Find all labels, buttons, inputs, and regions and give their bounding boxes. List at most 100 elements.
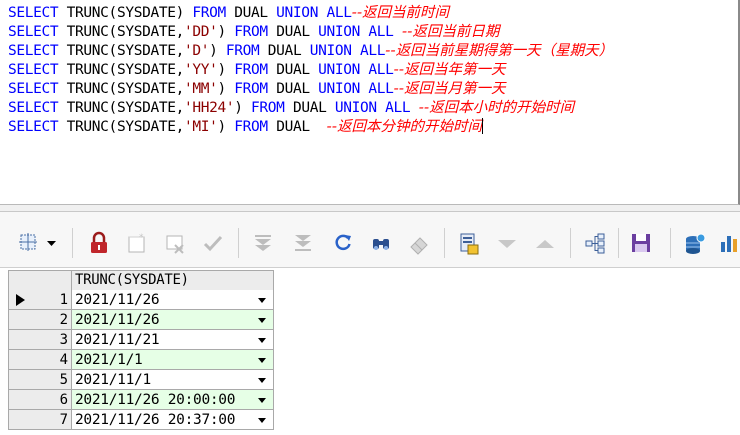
move-down-icon[interactable] bbox=[494, 230, 520, 256]
sql-comment: --返回当前时间 bbox=[351, 5, 450, 21]
table-row[interactable]: 1 2021/11/26 bbox=[8, 290, 274, 310]
row-number: 2 bbox=[32, 310, 72, 330]
grid-cell[interactable]: 2021/11/1 bbox=[72, 370, 274, 390]
table-row[interactable]: 2 2021/11/26 bbox=[8, 310, 274, 330]
table-row[interactable]: 7 2021/11/26 20:37:00 bbox=[8, 410, 274, 430]
table-row[interactable]: 3 2021/11/21 bbox=[8, 330, 274, 350]
sql-text: ) bbox=[234, 100, 252, 116]
code-line-1: SELECT TRUNC(SYSDATE) FROM DUAL UNION AL… bbox=[8, 4, 449, 23]
tree-view-icon[interactable] bbox=[582, 230, 608, 256]
dropdown-arrow-icon[interactable] bbox=[44, 230, 60, 256]
row-indicator[interactable] bbox=[8, 330, 32, 350]
sql-keyword: UNION ALL bbox=[318, 62, 394, 78]
table-row[interactable]: 5 2021/11/1 bbox=[8, 370, 274, 390]
cell-dropdown-icon[interactable] bbox=[258, 318, 266, 323]
grid-cell[interactable]: 2021/11/26 20:00:00 bbox=[72, 390, 274, 410]
cell-value: 2021/1/1 bbox=[75, 352, 143, 368]
sql-text: ) bbox=[217, 62, 235, 78]
grid-cell[interactable]: 2021/1/1 bbox=[72, 350, 274, 370]
grid-header: TRUNC(SYSDATE) bbox=[8, 270, 274, 290]
cell-value: 2021/11/26 20:00:00 bbox=[75, 392, 236, 408]
query-by-example-icon[interactable] bbox=[456, 230, 482, 256]
cell-value: 2021/11/21 bbox=[75, 332, 160, 348]
database-export-icon[interactable] bbox=[682, 230, 708, 256]
cell-value: 2021/11/26 bbox=[75, 312, 160, 328]
grid-cell[interactable]: 2021/11/26 20:37:00 bbox=[72, 410, 274, 430]
cell-dropdown-icon[interactable] bbox=[258, 298, 266, 303]
table-row[interactable]: 6 2021/11/26 20:00:00 bbox=[8, 390, 274, 410]
chart-icon[interactable] bbox=[718, 230, 740, 256]
sql-text: DUAL bbox=[267, 62, 319, 78]
sql-string: 'D' bbox=[183, 43, 210, 59]
sql-text: DUAL bbox=[225, 5, 277, 21]
sql-string: 'MI' bbox=[183, 119, 218, 135]
row-number: 4 bbox=[32, 350, 72, 370]
sql-editor[interactable]: SELECT TRUNC(SYSDATE) FROM DUAL UNION AL… bbox=[0, 0, 740, 205]
sql-keyword: SELECT bbox=[8, 81, 59, 97]
cell-dropdown-icon[interactable] bbox=[258, 358, 266, 363]
code-line-4: SELECT TRUNC(SYSDATE,'YY') FROM DUAL UNI… bbox=[8, 61, 505, 80]
cell-dropdown-icon[interactable] bbox=[258, 418, 266, 423]
sql-keyword: UNION ALL bbox=[276, 5, 352, 21]
grid-corner[interactable] bbox=[8, 270, 72, 290]
code-line-2: SELECT TRUNC(SYSDATE,'DD') FROM DUAL UNI… bbox=[8, 23, 499, 42]
sql-string: 'DD' bbox=[183, 24, 218, 40]
row-indicator[interactable] bbox=[8, 410, 32, 430]
move-last-icon[interactable] bbox=[290, 230, 316, 256]
sql-string: 'MM' bbox=[183, 81, 218, 97]
cell-dropdown-icon[interactable] bbox=[258, 378, 266, 383]
code-line-3: SELECT TRUNC(SYSDATE,'D') FROM DUAL UNIO… bbox=[8, 42, 613, 61]
sql-keyword: FROM bbox=[225, 43, 260, 59]
code-line-5: SELECT TRUNC(SYSDATE,'MM') FROM DUAL UNI… bbox=[8, 80, 505, 99]
toolbar-separator bbox=[72, 228, 73, 258]
row-number: 7 bbox=[32, 410, 72, 430]
column-header[interactable]: TRUNC(SYSDATE) bbox=[72, 270, 274, 290]
sql-text: TRUNC(SYSDATE, bbox=[58, 81, 185, 97]
sql-keyword: UNION ALL bbox=[318, 24, 394, 40]
sql-string: 'HH24' bbox=[183, 100, 235, 116]
sql-comment: --返回当前星期得第一天（星期天） bbox=[385, 43, 614, 59]
row-indicator[interactable] bbox=[8, 370, 32, 390]
row-number: 3 bbox=[32, 330, 72, 350]
grid-select-icon[interactable] bbox=[16, 230, 42, 256]
row-indicator[interactable] bbox=[8, 290, 32, 310]
clear-eraser-icon[interactable] bbox=[406, 230, 432, 256]
pane-splitter[interactable] bbox=[0, 205, 740, 212]
find-binoculars-icon[interactable] bbox=[368, 230, 394, 256]
cell-dropdown-icon[interactable] bbox=[258, 338, 266, 343]
sql-keyword: SELECT bbox=[8, 62, 59, 78]
toolbar-separator bbox=[618, 228, 619, 258]
cell-dropdown-icon[interactable] bbox=[258, 398, 266, 403]
row-number: 6 bbox=[32, 390, 72, 410]
grid-cell[interactable]: 2021/11/26 bbox=[72, 310, 274, 330]
new-record-icon[interactable]: * bbox=[124, 230, 150, 256]
toolbar-separator bbox=[444, 228, 445, 258]
lock-icon[interactable] bbox=[86, 230, 112, 256]
result-grid[interactable]: TRUNC(SYSDATE) 1 2021/11/26 2 2021/11/26… bbox=[8, 268, 276, 435]
grid-cell[interactable]: 2021/11/21 bbox=[72, 330, 274, 350]
grid-cell[interactable]: 2021/11/26 bbox=[72, 290, 274, 310]
row-indicator[interactable] bbox=[8, 310, 32, 330]
delete-record-icon[interactable] bbox=[162, 230, 188, 256]
sql-text: DUAL bbox=[267, 81, 319, 97]
sql-comment: --返回当年第一天 bbox=[393, 62, 506, 78]
move-first-icon[interactable] bbox=[250, 230, 276, 256]
sql-text: TRUNC(SYSDATE, bbox=[58, 119, 185, 135]
table-row[interactable]: 4 2021/1/1 bbox=[8, 350, 274, 370]
save-icon[interactable] bbox=[628, 230, 654, 256]
row-indicator[interactable] bbox=[8, 390, 32, 410]
toolbar-separator bbox=[670, 228, 671, 258]
move-up-icon[interactable] bbox=[532, 230, 558, 256]
code-line-6: SELECT TRUNC(SYSDATE,'HH24') FROM DUAL U… bbox=[8, 99, 574, 118]
grid-toolbar: * bbox=[0, 212, 740, 268]
sql-comment: --返回当月第一天 bbox=[393, 81, 506, 97]
row-indicator[interactable] bbox=[8, 350, 32, 370]
post-checkmark-icon[interactable] bbox=[200, 230, 226, 256]
sql-keyword: SELECT bbox=[8, 5, 59, 21]
current-row-arrow-icon bbox=[16, 294, 25, 306]
sql-keyword: UNION ALL bbox=[309, 43, 386, 59]
sql-keyword: FROM bbox=[192, 5, 226, 21]
toolbar-separator bbox=[570, 228, 571, 258]
cell-value: 2021/11/26 20:37:00 bbox=[75, 412, 236, 428]
refresh-icon[interactable] bbox=[330, 230, 356, 256]
